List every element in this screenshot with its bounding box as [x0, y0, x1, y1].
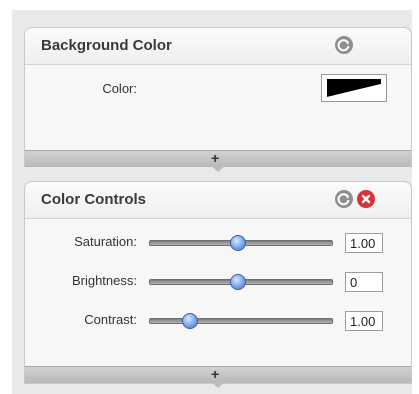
color-label: Color:: [102, 81, 137, 96]
contrast-slider-track[interactable]: [149, 318, 333, 324]
panel-header: Background Color: [25, 28, 411, 65]
notch-arrow: [211, 382, 225, 388]
color-well[interactable]: [321, 74, 387, 102]
plus-icon[interactable]: +: [211, 150, 219, 166]
reset-icon[interactable]: [335, 190, 353, 208]
brightness-label: Brightness:: [71, 273, 137, 288]
close-icon[interactable]: [357, 190, 375, 208]
color-controls-panel: Color Controls Saturation: 1.00 Brightne…: [24, 181, 412, 388]
reset-icon[interactable]: [335, 36, 353, 54]
saturation-field[interactable]: 1.00: [345, 233, 383, 253]
background-color-panel: Background Color Color: +: [24, 27, 412, 172]
add-filter-bar[interactable]: +: [25, 150, 411, 172]
add-filter-bar[interactable]: +: [25, 366, 411, 388]
panel-header: Color Controls: [25, 182, 411, 219]
brightness-slider-knob[interactable]: [230, 274, 246, 290]
panel-title: Background Color: [41, 37, 172, 54]
saturation-slider-knob[interactable]: [230, 235, 246, 251]
plus-icon[interactable]: +: [211, 366, 219, 382]
contrast-field[interactable]: 1.00: [345, 311, 383, 331]
contrast-label: Contrast:: [84, 312, 137, 327]
saturation-label: Saturation:: [74, 234, 137, 249]
brightness-field[interactable]: 0: [345, 272, 383, 292]
notch-arrow: [211, 166, 225, 172]
panel-title: Color Controls: [41, 191, 146, 208]
contrast-slider-knob[interactable]: [182, 313, 198, 329]
